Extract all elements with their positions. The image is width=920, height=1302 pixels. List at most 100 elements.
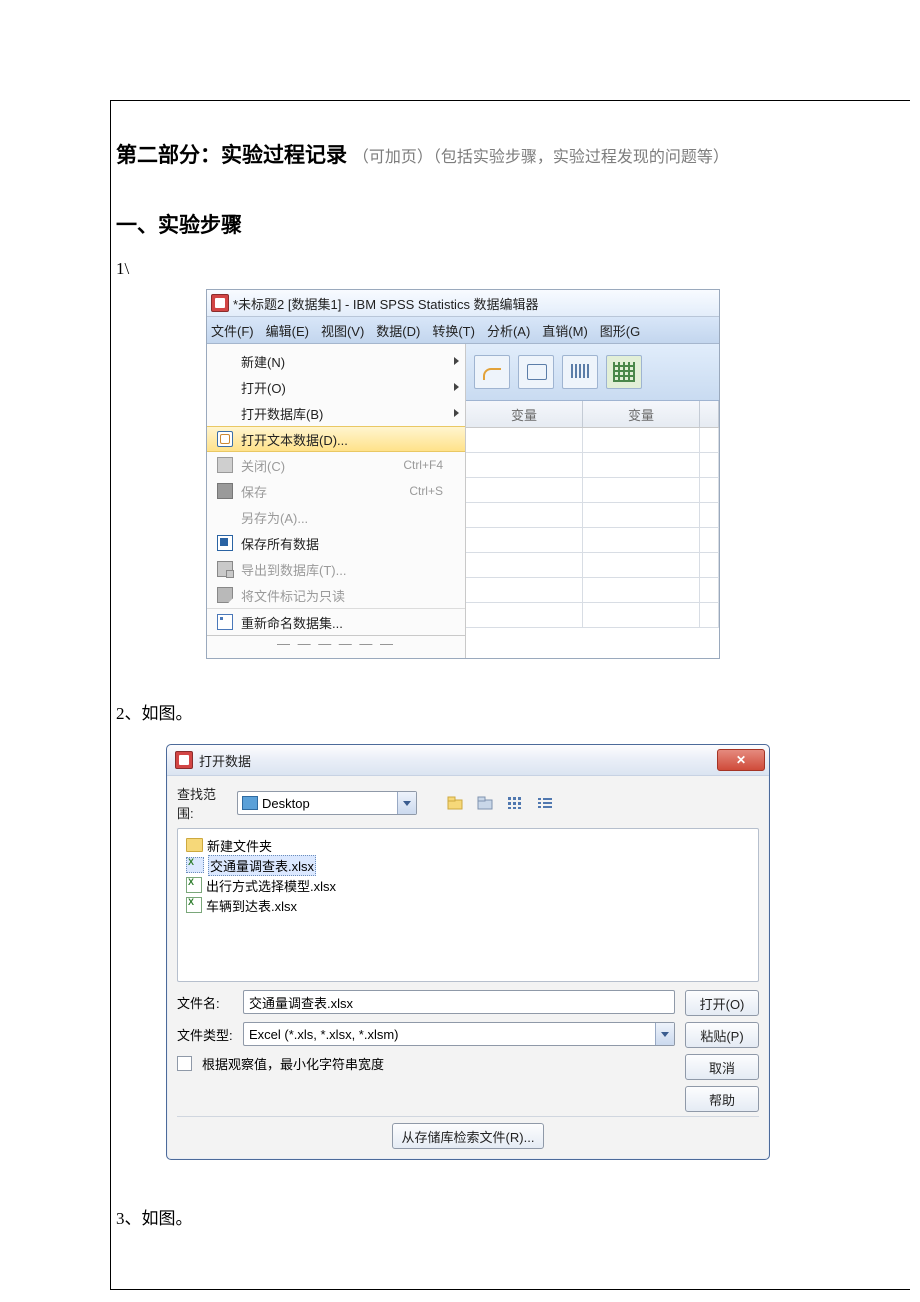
file-name: 车辆到达表.xlsx (206, 896, 297, 915)
mi-mark-readonly-label: 将文件标记为只读 (241, 586, 345, 605)
menu-graphs[interactable]: 图形(G (600, 321, 640, 340)
toolbar-button[interactable] (562, 355, 598, 389)
view-details-button[interactable] (533, 791, 557, 815)
mi-open-db[interactable]: 打开数据库(B) (207, 400, 465, 426)
open-button[interactable]: 打开(O) (685, 990, 759, 1016)
toolbar-grid-button[interactable] (606, 355, 642, 389)
chevron-down-icon[interactable] (655, 1023, 674, 1045)
spss-grid[interactable] (466, 428, 719, 658)
page-frame: 第二部分：实验过程记录 （可加页）（包括实验步骤，实验过程发现的问题等） 一、实… (110, 100, 910, 1290)
step-2-num: 2 (116, 704, 125, 723)
spss-title-text: *未标题2 [数据集1] - IBM SPSS Statistics 数据编辑器 (233, 294, 539, 313)
mi-mark-readonly: 将文件标记为只读 (207, 582, 465, 608)
menu-view[interactable]: 视图(V) (321, 321, 364, 340)
menu-edit[interactable]: 编辑(E) (266, 321, 309, 340)
step-3-label: 3、如图。 (116, 1204, 890, 1229)
blank-icon (217, 379, 233, 395)
dialog-title-text: 打开数据 (199, 751, 251, 770)
chevron-down-icon[interactable] (397, 792, 416, 814)
menu-analyze[interactable]: 分析(A) (487, 321, 530, 340)
paste-button-label: 粘贴(P) (700, 1026, 743, 1045)
step-1-label: 1\ (116, 259, 890, 279)
retrieve-from-repo-button[interactable]: 从存储库检索文件(R)... (392, 1123, 544, 1149)
list-item-selected[interactable]: 交通量调查表.xlsx (186, 855, 750, 875)
mi-open-textdata-label: 打开文本数据(D)... (241, 430, 348, 449)
save-all-icon (217, 535, 233, 551)
list-item[interactable]: 车辆到达表.xlsx (186, 895, 750, 915)
mi-export-db-label: 导出到数据库(T)... (241, 560, 346, 579)
toolbar-button[interactable] (518, 355, 554, 389)
filename-input[interactable]: 交通量调查表.xlsx (243, 990, 675, 1014)
file-name: 新建文件夹 (207, 836, 272, 855)
mi-open-textdata[interactable]: 打开文本数据(D)... (207, 426, 465, 452)
column-header-empty[interactable] (700, 401, 719, 427)
blank-icon (217, 509, 233, 525)
mi-open-db-label: 打开数据库(B) (241, 404, 323, 423)
desktop-icon (242, 796, 258, 810)
list-item[interactable]: 新建文件夹 (186, 835, 750, 855)
close-button[interactable]: ✕ (717, 749, 765, 771)
step-2-label: 2、如图。 (116, 699, 890, 724)
spss-app-icon (175, 751, 193, 769)
blank-icon (217, 353, 233, 369)
spss-titlebar: *未标题2 [数据集1] - IBM SPSS Statistics 数据编辑器 (207, 290, 719, 317)
section-heading-bold: 第二部分：实验过程记录 (116, 144, 347, 167)
mi-rename-ds[interactable]: 重新命名数据集... (207, 608, 465, 635)
paste-button[interactable]: 粘贴(P) (685, 1022, 759, 1048)
menu-direct[interactable]: 直销(M) (542, 321, 588, 340)
view-list-button[interactable] (503, 791, 527, 815)
column-header[interactable]: 变量 (466, 401, 583, 427)
mi-save-shortcut: Ctrl+S (409, 484, 443, 498)
column-header[interactable]: 变量 (583, 401, 700, 427)
mi-export-db: 导出到数据库(T)... (207, 556, 465, 582)
menu-file[interactable]: 文件(F) (211, 321, 254, 340)
menu-truncated-indicator: — — — — — — (207, 635, 465, 652)
submenu-arrow-icon (454, 357, 459, 365)
spss-app-icon (211, 294, 229, 312)
new-folder-button[interactable] (473, 791, 497, 815)
help-button-label: 帮助 (709, 1090, 735, 1109)
submenu-arrow-icon (454, 383, 459, 391)
lookin-label: 查找范围: (177, 784, 231, 822)
save-icon (217, 483, 233, 499)
list-item[interactable]: 出行方式选择模型.xlsx (186, 875, 750, 895)
step-3-num: 3 (116, 1209, 125, 1228)
help-button[interactable]: 帮助 (685, 1086, 759, 1112)
mi-open[interactable]: 打开(O) (207, 374, 465, 400)
up-folder-button[interactable] (443, 791, 467, 815)
submenu-arrow-icon (454, 409, 459, 417)
step-3-text: 、如图。 (125, 1209, 193, 1228)
minimize-width-checkbox[interactable] (177, 1056, 192, 1071)
mi-saveas: 另存为(A)... (207, 504, 465, 530)
filetype-value: Excel (*.xls, *.xlsx, *.xlsm) (249, 1027, 399, 1042)
spss-window: *未标题2 [数据集1] - IBM SPSS Statistics 数据编辑器… (206, 289, 720, 659)
spss-column-headers: 变量 变量 (466, 401, 719, 428)
retrieve-button-label: 从存储库检索文件(R)... (402, 1127, 535, 1146)
mi-saveall[interactable]: 保存所有数据 (207, 530, 465, 556)
file-list-pane[interactable]: 新建文件夹 交通量调查表.xlsx 出行方式选择模型.xlsx 车辆到达表.xl… (177, 828, 759, 982)
menu-transform[interactable]: 转换(T) (432, 321, 475, 340)
spss-toolbar (466, 344, 719, 401)
mi-save-label: 保存 (241, 482, 267, 501)
mi-close-label: 关闭(C) (241, 456, 285, 475)
mi-close-shortcut: Ctrl+F4 (403, 458, 443, 472)
blank-icon (217, 405, 233, 421)
open-button-label: 打开(O) (700, 994, 745, 1013)
cancel-button[interactable]: 取消 (685, 1054, 759, 1080)
file-name: 出行方式选择模型.xlsx (206, 876, 336, 895)
lookin-combo[interactable]: Desktop (237, 791, 417, 815)
close-icon: ✕ (736, 753, 746, 767)
mi-save: 保存 Ctrl+S (207, 478, 465, 504)
steps-heading: 一、实验步骤 (116, 209, 890, 239)
section-heading: 第二部分：实验过程记录 （可加页）（包括实验步骤，实验过程发现的问题等） (116, 139, 890, 169)
excel-icon (186, 857, 204, 873)
mi-close: 关闭(C) Ctrl+F4 (207, 452, 465, 478)
spss-right-pane: 变量 变量 (466, 344, 719, 658)
undo-button[interactable] (474, 355, 510, 389)
cancel-button-label: 取消 (709, 1058, 735, 1077)
filetype-combo[interactable]: Excel (*.xls, *.xlsx, *.xlsm) (243, 1022, 675, 1046)
mi-new[interactable]: 新建(N) (207, 348, 465, 374)
excel-icon (186, 877, 202, 893)
menu-data[interactable]: 数据(D) (376, 321, 420, 340)
spss-menubar[interactable]: 文件(F) 编辑(E) 视图(V) 数据(D) 转换(T) 分析(A) 直销(M… (207, 317, 719, 344)
